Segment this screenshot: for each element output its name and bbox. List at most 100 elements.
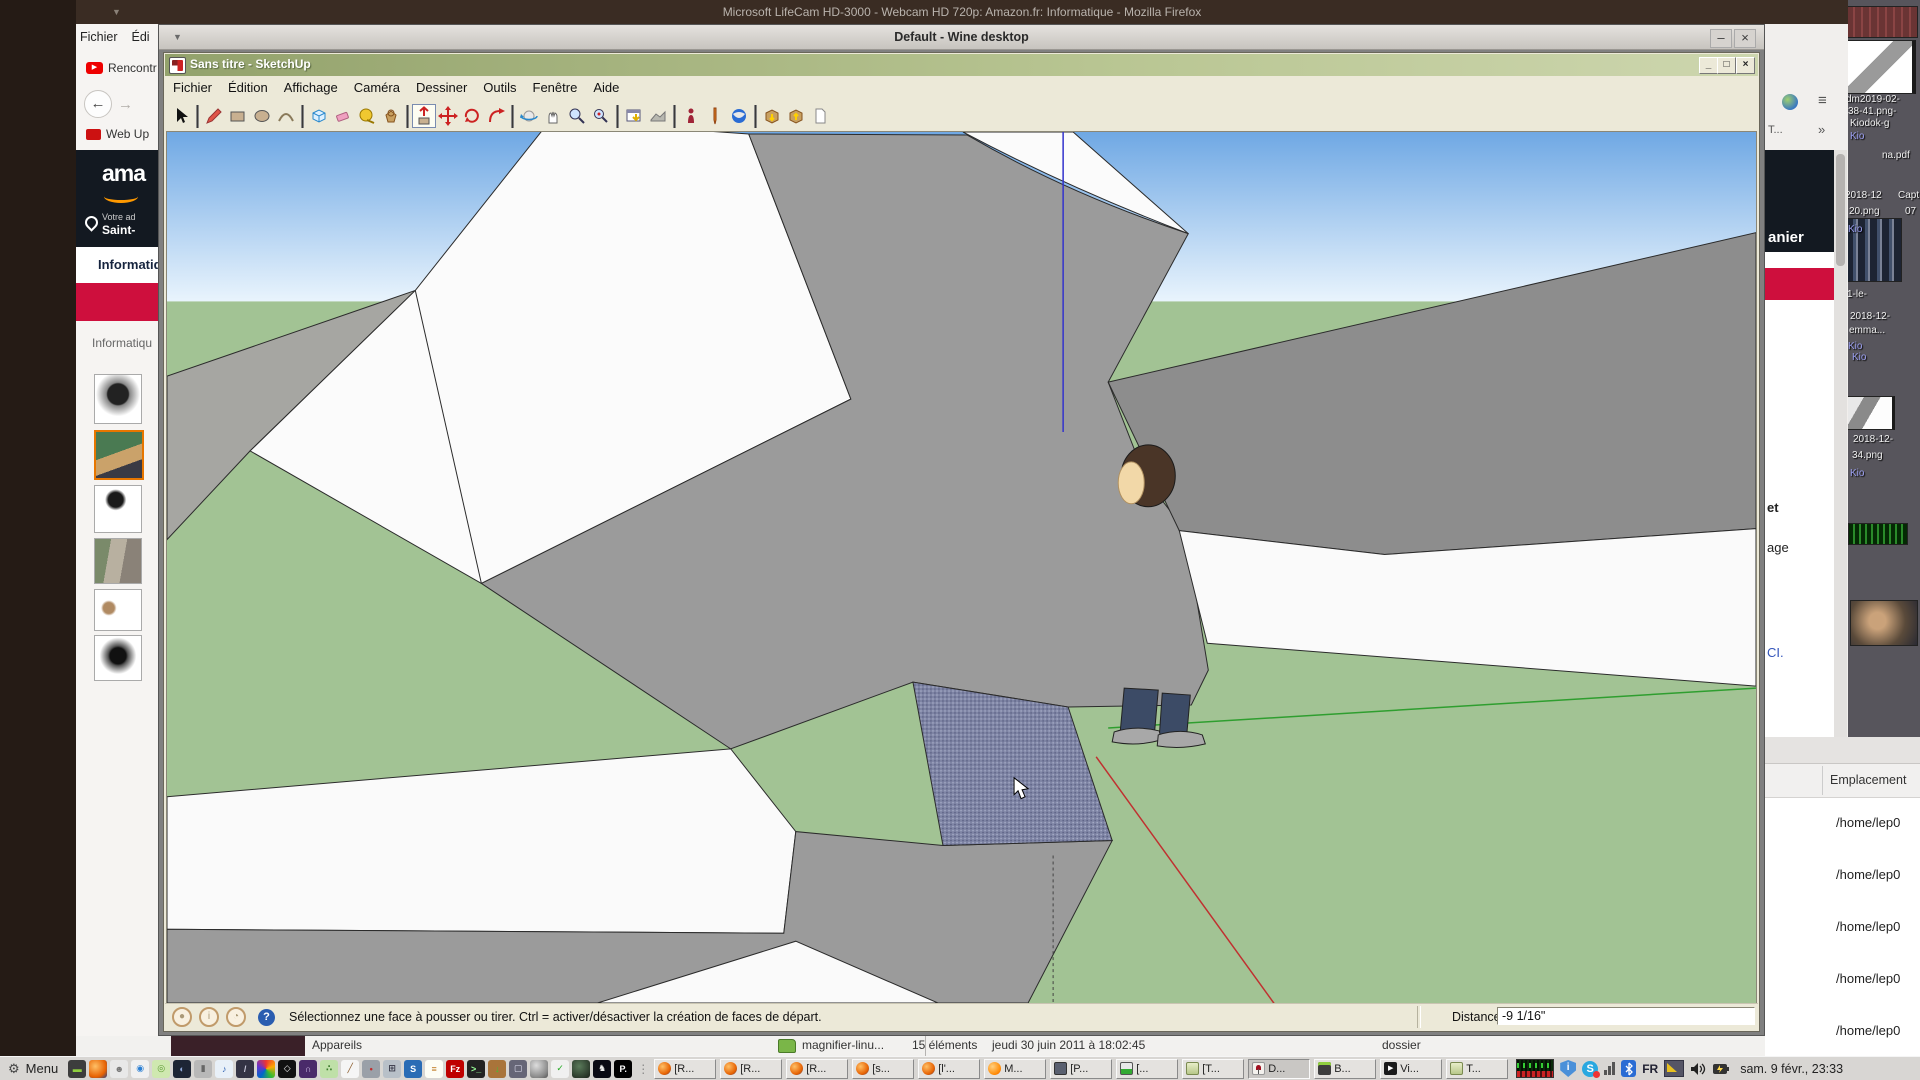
amazon-address-line1[interactable]: Votre ad: [102, 212, 136, 222]
bookmarks-overflow-icon[interactable]: »: [1818, 122, 1825, 137]
unity3d-launcher[interactable]: ◇: [278, 1060, 296, 1078]
dark-horse-launcher[interactable]: ♞: [593, 1060, 611, 1078]
globe-icon[interactable]: [1782, 94, 1798, 110]
file-row[interactable]: /home/lep0: [1765, 797, 1920, 849]
file-row[interactable]: /home/lep0: [1765, 849, 1920, 901]
p-app-launcher[interactable]: P.: [614, 1060, 632, 1078]
music-player-launcher[interactable]: ♪: [215, 1060, 233, 1078]
desktop-thumbnail-reddots[interactable]: [1846, 6, 1918, 38]
task-display[interactable]: [P...: [1050, 1059, 1112, 1079]
walk-tool[interactable]: [679, 104, 703, 128]
bookmark-webup[interactable]: Web Up: [106, 127, 149, 141]
product-thumbnail-6[interactable]: [94, 635, 142, 681]
line-tool[interactable]: [202, 104, 226, 128]
menu-button[interactable]: Menu: [26, 1061, 59, 1076]
display-warning-icon[interactable]: [1664, 1060, 1684, 1077]
sphere-launcher[interactable]: [530, 1060, 548, 1078]
amazon-breadcrumb[interactable]: Informatiqu: [92, 336, 152, 350]
headphones-launcher[interactable]: ∩: [299, 1060, 317, 1078]
menu-gear-icon[interactable]: ⚙: [8, 1061, 20, 1077]
column-header-emplacement[interactable]: Emplacement: [1830, 773, 1906, 787]
terminal-launcher[interactable]: >_: [467, 1060, 485, 1078]
sketchup-menu-item[interactable]: Outils: [475, 76, 524, 95]
paint-bucket-tool[interactable]: [379, 104, 403, 128]
window-manager-launcher[interactable]: ▬: [68, 1060, 86, 1078]
sketchup-menu-item[interactable]: Caméra: [346, 76, 408, 95]
task-monitor[interactable]: [...: [1116, 1059, 1178, 1079]
credits-icon[interactable]: ◔: [226, 1007, 246, 1027]
product-thumbnail-1[interactable]: [94, 374, 142, 424]
calculator-launcher[interactable]: ⊞: [383, 1060, 401, 1078]
task-window[interactable]: B...: [1314, 1059, 1376, 1079]
task-wine-desktop[interactable]: D...: [1248, 1059, 1310, 1079]
scrollbar-track[interactable]: [1834, 150, 1847, 737]
firefox-window-title[interactable]: ▼ Microsoft LifeCam HD-3000 - Webcam HD …: [76, 0, 1848, 24]
firefox-launcher[interactable]: [89, 1060, 107, 1078]
sketchup-menu-item[interactable]: Fenêtre: [525, 76, 586, 95]
hamburger-menu-icon[interactable]: ≡: [1818, 92, 1827, 109]
task-folder-2[interactable]: T...: [1446, 1059, 1508, 1079]
eye-launcher[interactable]: ◉: [131, 1060, 149, 1078]
task-firefox-6[interactable]: M...: [984, 1059, 1046, 1079]
distance-input[interactable]: -9 1/16": [1497, 1007, 1755, 1025]
dark-orb-launcher[interactable]: [572, 1060, 590, 1078]
add-location-tool[interactable]: [622, 104, 646, 128]
display-launcher[interactable]: ▢: [509, 1060, 527, 1078]
desktop-thumbnail-photo-group[interactable]: [1845, 218, 1902, 282]
zoom-tool[interactable]: [565, 104, 589, 128]
help-icon[interactable]: ?: [258, 1009, 275, 1026]
axes-tool[interactable]: [307, 104, 331, 128]
task-video[interactable]: Vi...: [1380, 1059, 1442, 1079]
menu-fichier[interactable]: Fichier: [80, 30, 118, 44]
folder-name-label[interactable]: magnifier-linu...: [802, 1038, 884, 1052]
green-app-launcher[interactable]: ◎: [152, 1060, 170, 1078]
film-strip-launcher[interactable]: /: [236, 1060, 254, 1078]
network-signal-icon[interactable]: [1604, 1062, 1615, 1075]
file-row[interactable]: /home/lep0: [1765, 953, 1920, 1005]
keyboard-layout-indicator[interactable]: FR: [1642, 1062, 1658, 1076]
file-panel-header[interactable]: Emplacement: [1765, 764, 1920, 798]
push-pull-tool[interactable]: [412, 104, 436, 128]
rotate-tool[interactable]: [460, 104, 484, 128]
sketchup-menu-item[interactable]: Édition: [220, 76, 276, 95]
tape-measure-tool[interactable]: [355, 104, 379, 128]
task-folder-1[interactable]: [T...: [1182, 1059, 1244, 1079]
volume-icon[interactable]: [1690, 1062, 1706, 1076]
audio-ghost-launcher[interactable]: ☻: [110, 1060, 128, 1078]
clock-sync-launcher[interactable]: ✓: [551, 1060, 569, 1078]
position-camera-tool[interactable]: [703, 104, 727, 128]
share-model-tool[interactable]: [784, 104, 808, 128]
desktop-thumbnail-face-video[interactable]: [1850, 600, 1918, 646]
rectangle-tool[interactable]: [226, 104, 250, 128]
filezilla-launcher[interactable]: Fz: [446, 1060, 464, 1078]
taskbar-clock[interactable]: sam. 9 févr., 23:33: [1740, 1062, 1843, 1076]
desktop-thumbnail-greendots[interactable]: [1848, 523, 1908, 545]
menu-edition[interactable]: Édi: [132, 30, 150, 44]
sketchup-menu-item[interactable]: Fichier: [165, 76, 220, 95]
google-earth-tool[interactable]: [727, 104, 751, 128]
file-row[interactable]: /home/lep0: [1765, 901, 1920, 953]
task-firefox-4[interactable]: [s...: [852, 1059, 914, 1079]
amazon-logo[interactable]: ama: [102, 160, 145, 187]
tab-overflow-label[interactable]: T...: [1768, 124, 1783, 136]
product-thumbnail-4[interactable]: [94, 538, 142, 584]
pen-tool-launcher[interactable]: ╱: [341, 1060, 359, 1078]
column-divider[interactable]: [1822, 766, 1823, 795]
orbit-tool[interactable]: [517, 104, 541, 128]
sublime-launcher[interactable]: S: [404, 1060, 422, 1078]
sketchup-canvas[interactable]: [166, 131, 1757, 1004]
move-tool[interactable]: [436, 104, 460, 128]
bookmark-rencontre[interactable]: Rencontr: [108, 61, 157, 75]
toggle-terrain-tool[interactable]: [646, 104, 670, 128]
sketchup-titlebar[interactable]: Sans titre - SketchUp _ □ ×: [165, 54, 1758, 76]
camera-lens-launcher[interactable]: ◐: [173, 1060, 191, 1078]
claim-model-icon[interactable]: i: [199, 1007, 219, 1027]
forward-button[interactable]: →: [118, 96, 133, 113]
wine-titlebar[interactable]: ▼ Default - Wine desktop – ×: [159, 25, 1764, 50]
activity-monitor-icon[interactable]: [1516, 1059, 1554, 1078]
task-firefox-1[interactable]: [R...: [654, 1059, 716, 1079]
pan-tool[interactable]: [541, 104, 565, 128]
pinwheel-launcher[interactable]: [257, 1060, 275, 1078]
sketchup-menu-item[interactable]: Affichage: [276, 76, 346, 95]
scrollbar-thumb[interactable]: [1836, 154, 1845, 266]
